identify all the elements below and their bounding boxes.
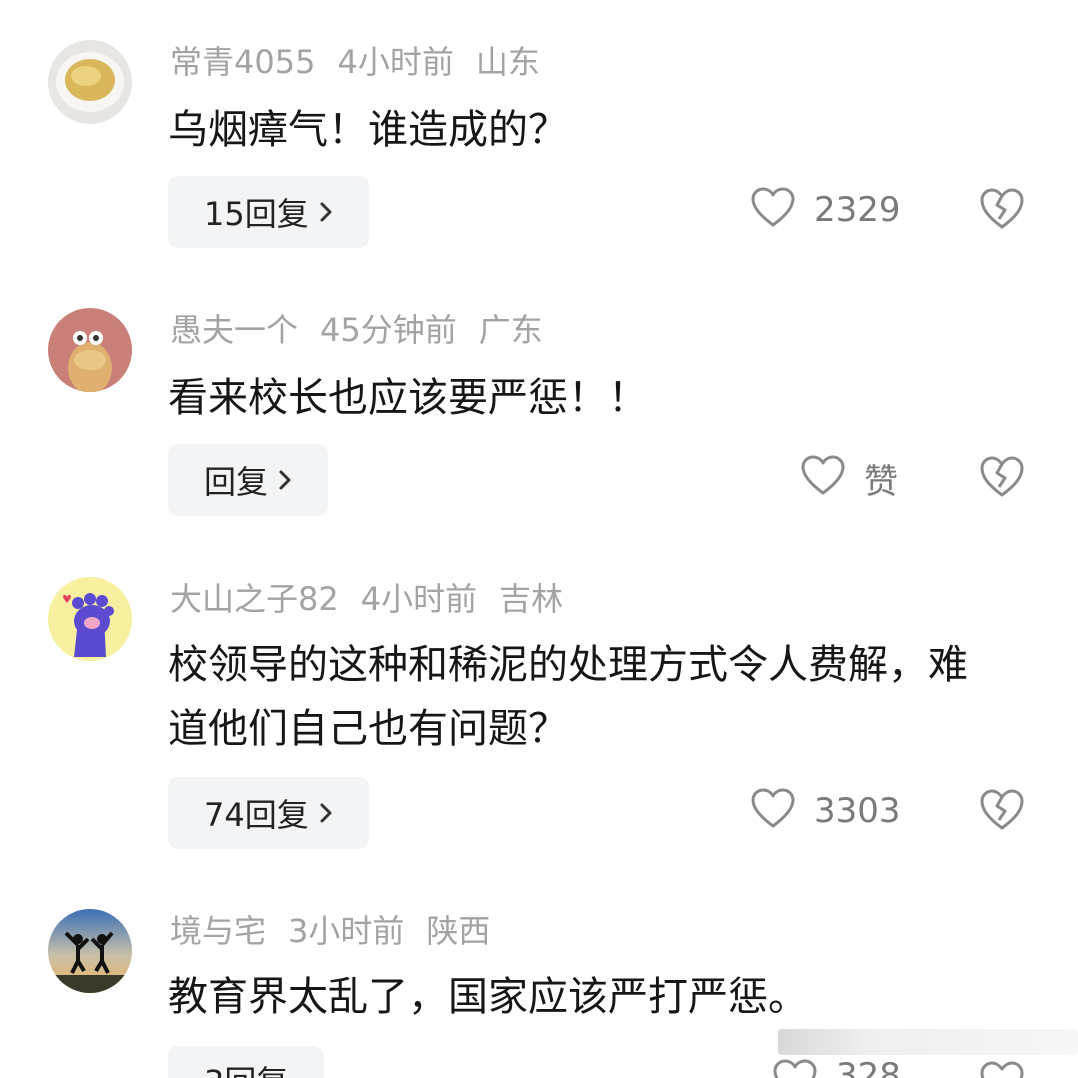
heart-outline-icon <box>800 455 846 501</box>
like-count: 赞 <box>864 461 898 502</box>
comment-meta: 愚夫一个 45分钟前 广东 <box>170 308 565 352</box>
reply-label: 15回复 <box>204 195 309 233</box>
broken-heart-icon <box>980 456 1024 497</box>
like-count: 328 <box>836 1056 901 1078</box>
author-name[interactable]: 常青4055 <box>170 43 315 81</box>
comment-location: 吉林 <box>499 580 564 618</box>
reply-button[interactable]: 回复 <box>168 444 329 516</box>
chevron-right-icon <box>278 461 292 499</box>
comment-meta: 常青4055 4小时前 山东 <box>170 40 562 84</box>
broken-heart-icon <box>980 1061 1024 1078</box>
comment-location: 陕西 <box>426 912 491 950</box>
comment-text: 看来校长也应该要严惩！！ <box>168 375 648 421</box>
heart-outline-icon <box>750 187 796 233</box>
comment-location: 山东 <box>475 43 540 81</box>
cartoon-bread-avatar <box>48 308 132 392</box>
chevron-right-icon <box>319 794 333 832</box>
dislike-button[interactable] <box>978 787 1026 835</box>
like-button[interactable]: 赞 <box>800 442 898 514</box>
comment-time: 45分钟前 <box>320 311 457 349</box>
avatar[interactable] <box>48 40 132 124</box>
reply-button[interactable]: 74回复 <box>168 777 369 849</box>
reply-button[interactable]: 15回复 <box>168 176 369 248</box>
paw-heart-avatar <box>48 577 132 661</box>
comment-text: 乌烟瘴气！谁造成的？ <box>168 107 568 153</box>
like-button[interactable]: 3303 <box>750 775 901 847</box>
sunset-jump-avatar <box>48 909 132 993</box>
heart-outline-icon <box>772 1059 818 1078</box>
chevron-right-icon <box>319 193 333 231</box>
dislike-button[interactable] <box>978 1059 1026 1078</box>
author-name[interactable]: 大山之子82 <box>170 580 339 618</box>
comment-time: 3小时前 <box>288 912 405 950</box>
comment-meta: 境与宅 3小时前 陕西 <box>170 909 512 953</box>
comment-text: 校领导的这种和稀泥的处理方式令人费解，难道他们自己也有问题？ <box>168 642 968 752</box>
comment-location: 广东 <box>478 311 543 349</box>
comment-time: 4小时前 <box>337 43 454 81</box>
reply-label: 回复 <box>204 463 269 501</box>
reply-label: 3回复 <box>204 1046 288 1078</box>
like-count: 3303 <box>814 791 901 831</box>
avatar[interactable] <box>48 577 132 661</box>
author-name[interactable]: 愚夫一个 <box>170 311 298 349</box>
dislike-button[interactable] <box>978 454 1026 502</box>
scroll-thumbnail-strip <box>778 1029 1078 1055</box>
author-name[interactable]: 境与宅 <box>170 912 266 950</box>
avatar[interactable] <box>48 909 132 993</box>
tea-cup-avatar <box>48 40 132 124</box>
comment-meta: 大山之子82 4小时前 吉林 <box>170 577 585 621</box>
broken-heart-icon <box>980 789 1024 830</box>
reply-label: 74回复 <box>204 796 309 834</box>
dislike-button[interactable] <box>978 186 1026 234</box>
comment-time: 4小时前 <box>360 580 478 618</box>
heart-outline-icon <box>750 788 796 834</box>
broken-heart-icon <box>980 188 1024 229</box>
like-count: 2329 <box>814 190 901 230</box>
reply-button[interactable]: 3回复 <box>168 1046 325 1078</box>
comment-text: 教育界太乱了，国家应该严打严惩。 <box>168 974 808 1020</box>
avatar[interactable] <box>48 308 132 392</box>
like-button[interactable]: 2329 <box>750 174 901 246</box>
